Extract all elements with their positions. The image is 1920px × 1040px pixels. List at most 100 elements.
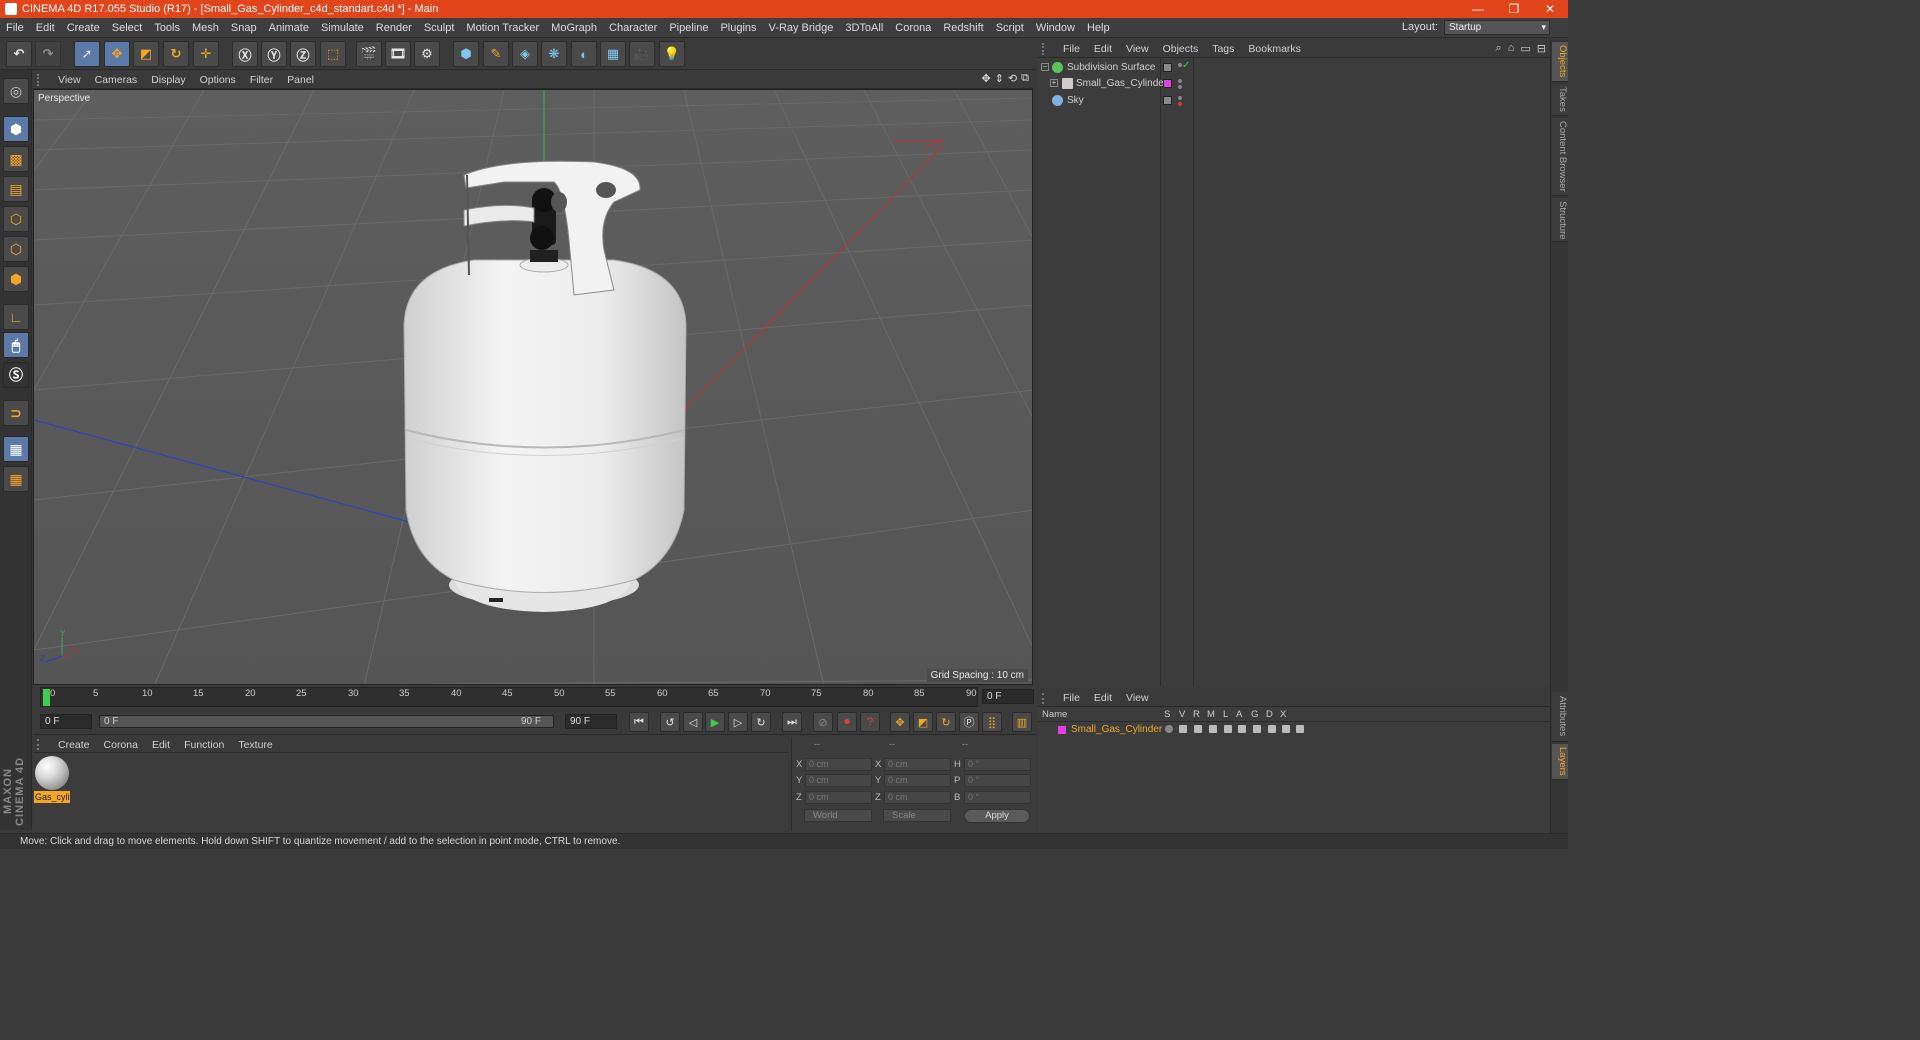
- timeline-window-icon[interactable]: ▥: [1012, 712, 1032, 732]
- animation-toggle-icon[interactable]: [1238, 725, 1246, 733]
- size-x-field[interactable]: 0 cm: [884, 758, 951, 771]
- timeline-ruler[interactable]: 0 5 10 15 20 25 30 35 40 45 50 55 60 65 …: [40, 687, 978, 707]
- material-menu-create[interactable]: Create: [51, 739, 97, 751]
- subdivision-surface-icon[interactable]: ◈: [512, 41, 538, 67]
- column-render[interactable]: R: [1193, 709, 1200, 720]
- object-name[interactable]: Subdivision Surface: [1067, 62, 1155, 73]
- workplane-mode-icon[interactable]: ▤: [3, 176, 29, 202]
- edges-mode-icon[interactable]: ⬡: [3, 236, 29, 262]
- column-solo[interactable]: S: [1164, 709, 1170, 720]
- column-manager[interactable]: M: [1207, 709, 1215, 720]
- size-z-field[interactable]: 0 cm: [884, 791, 951, 804]
- points-mode-icon[interactable]: ⬡: [3, 206, 29, 232]
- column-animation[interactable]: A: [1236, 709, 1242, 720]
- previous-frame-icon[interactable]: ◁: [683, 712, 703, 732]
- object-menu-view[interactable]: View: [1119, 43, 1156, 55]
- key-position-icon[interactable]: ✥: [890, 712, 910, 732]
- layout-select[interactable]: Startup: [1444, 20, 1550, 35]
- z-axis-lock-icon[interactable]: Ⓩ: [290, 41, 316, 67]
- menu-simulate[interactable]: Simulate: [315, 22, 370, 34]
- object-row[interactable]: Sky: [1038, 93, 1550, 109]
- menu-create[interactable]: Create: [61, 22, 106, 34]
- next-key-icon[interactable]: ↻: [751, 712, 771, 732]
- menu-plugins[interactable]: Plugins: [714, 22, 762, 34]
- rotation-b-field[interactable]: 0 °: [964, 791, 1031, 804]
- rotation-p-field[interactable]: 0 °: [964, 774, 1031, 787]
- coordinate-space-select[interactable]: World: [804, 809, 872, 822]
- xrefs-toggle-icon[interactable]: [1296, 725, 1304, 733]
- menu-render[interactable]: Render: [370, 22, 418, 34]
- menu-help[interactable]: Help: [1081, 22, 1116, 34]
- panel-grip[interactable]: [37, 74, 45, 86]
- 3d-viewport[interactable]: Y X Z Perspective Grid Spacing : 10 cm: [33, 89, 1033, 685]
- play-forward-icon[interactable]: ▶: [705, 712, 725, 732]
- recent-tools-icon[interactable]: ✛: [193, 41, 219, 67]
- menu-vray-bridge[interactable]: V-Ray Bridge: [763, 22, 840, 34]
- layer-tag-icon[interactable]: [1163, 96, 1172, 105]
- tab-takes[interactable]: Takes: [1552, 84, 1568, 116]
- menu-animate[interactable]: Animate: [263, 22, 315, 34]
- new-window-icon[interactable]: ▭: [1520, 42, 1530, 55]
- render-visibility-dot[interactable]: [1178, 85, 1182, 89]
- enabled-check-icon[interactable]: ✓: [1182, 60, 1190, 71]
- deformers-toggle-icon[interactable]: [1268, 725, 1276, 733]
- scale-tool-icon[interactable]: ◩: [133, 41, 159, 67]
- position-y-field[interactable]: 0 cm: [805, 774, 872, 787]
- menu-select[interactable]: Select: [106, 22, 149, 34]
- frame-range-slider[interactable]: 0 F 90 F: [99, 715, 554, 728]
- record-active-objects-icon[interactable]: ⊘: [813, 712, 833, 732]
- object-menu-edit[interactable]: Edit: [1087, 43, 1119, 55]
- key-scale-icon[interactable]: ◩: [913, 712, 933, 732]
- layer-menu-view[interactable]: View: [1119, 692, 1156, 704]
- keyframe-selection-icon[interactable]: ?: [860, 712, 880, 732]
- position-x-field[interactable]: 0 cm: [805, 758, 872, 771]
- column-locked[interactable]: L: [1223, 709, 1228, 720]
- render-visibility-dot[interactable]: [1178, 102, 1182, 106]
- key-pla-icon[interactable]: ⣿: [982, 712, 1002, 732]
- axis-mode-icon[interactable]: ∟: [3, 304, 29, 330]
- tweak-mode-icon[interactable]: 🖱: [3, 332, 29, 358]
- column-generators[interactable]: G: [1251, 709, 1258, 720]
- cube-primitive-icon[interactable]: ⬢: [453, 41, 479, 67]
- panel-grip[interactable]: [1042, 692, 1050, 704]
- layer-name[interactable]: Small_Gas_Cylinder: [1071, 724, 1162, 735]
- planar-workplane-icon[interactable]: ▦: [3, 466, 29, 492]
- render-toggle-icon[interactable]: [1194, 725, 1202, 733]
- model-mode-icon[interactable]: ⬢: [3, 116, 29, 142]
- rotate-view-icon[interactable]: ⟲: [1008, 72, 1017, 85]
- texture-mode-icon[interactable]: ▩: [3, 146, 29, 172]
- pen-spline-icon[interactable]: ✎: [483, 41, 509, 67]
- minimize-button[interactable]: —: [1460, 0, 1496, 18]
- render-view-icon[interactable]: 🎬: [356, 41, 382, 67]
- pan-view-icon[interactable]: ✥: [981, 72, 990, 85]
- layer-menu-file[interactable]: File: [1056, 692, 1087, 704]
- go-to-start-icon[interactable]: ⏮: [629, 712, 649, 732]
- deformer-icon[interactable]: ◐: [571, 41, 597, 67]
- light-icon[interactable]: 💡: [659, 41, 685, 67]
- floor-icon[interactable]: ▦: [600, 41, 626, 67]
- redo-icon[interactable]: ↷: [35, 41, 61, 67]
- object-menu-bookmarks[interactable]: Bookmarks: [1241, 43, 1308, 55]
- object-menu-file[interactable]: File: [1056, 43, 1087, 55]
- position-z-field[interactable]: 0 cm: [805, 791, 872, 804]
- object-menu-tags[interactable]: Tags: [1205, 43, 1241, 55]
- lock-workplane-icon[interactable]: ▦: [3, 436, 29, 462]
- polygons-mode-icon[interactable]: ⬢: [3, 266, 29, 292]
- panel-grip[interactable]: [1042, 42, 1050, 55]
- menu-edit[interactable]: Edit: [30, 22, 61, 34]
- apply-button[interactable]: Apply: [964, 809, 1030, 823]
- viewport-menu-view[interactable]: View: [51, 74, 88, 86]
- max-frame-field[interactable]: 90 F: [565, 714, 617, 729]
- menu-motion-tracker[interactable]: Motion Tracker: [460, 22, 545, 34]
- menu-pipeline[interactable]: Pipeline: [663, 22, 714, 34]
- menu-tools[interactable]: Tools: [148, 22, 186, 34]
- editor-visibility-dot[interactable]: [1178, 63, 1182, 67]
- view-toggle-icon[interactable]: [1179, 725, 1187, 733]
- menu-character[interactable]: Character: [603, 22, 663, 34]
- tab-objects[interactable]: Objects: [1552, 42, 1568, 82]
- current-frame-readout[interactable]: 0 F: [982, 689, 1034, 704]
- material-preview[interactable]: [35, 756, 69, 790]
- layer-color-swatch[interactable]: [1163, 79, 1172, 88]
- object-row[interactable]: + Small_Gas_Cylinder: [1038, 76, 1550, 92]
- viewport-menu-options[interactable]: Options: [193, 74, 243, 86]
